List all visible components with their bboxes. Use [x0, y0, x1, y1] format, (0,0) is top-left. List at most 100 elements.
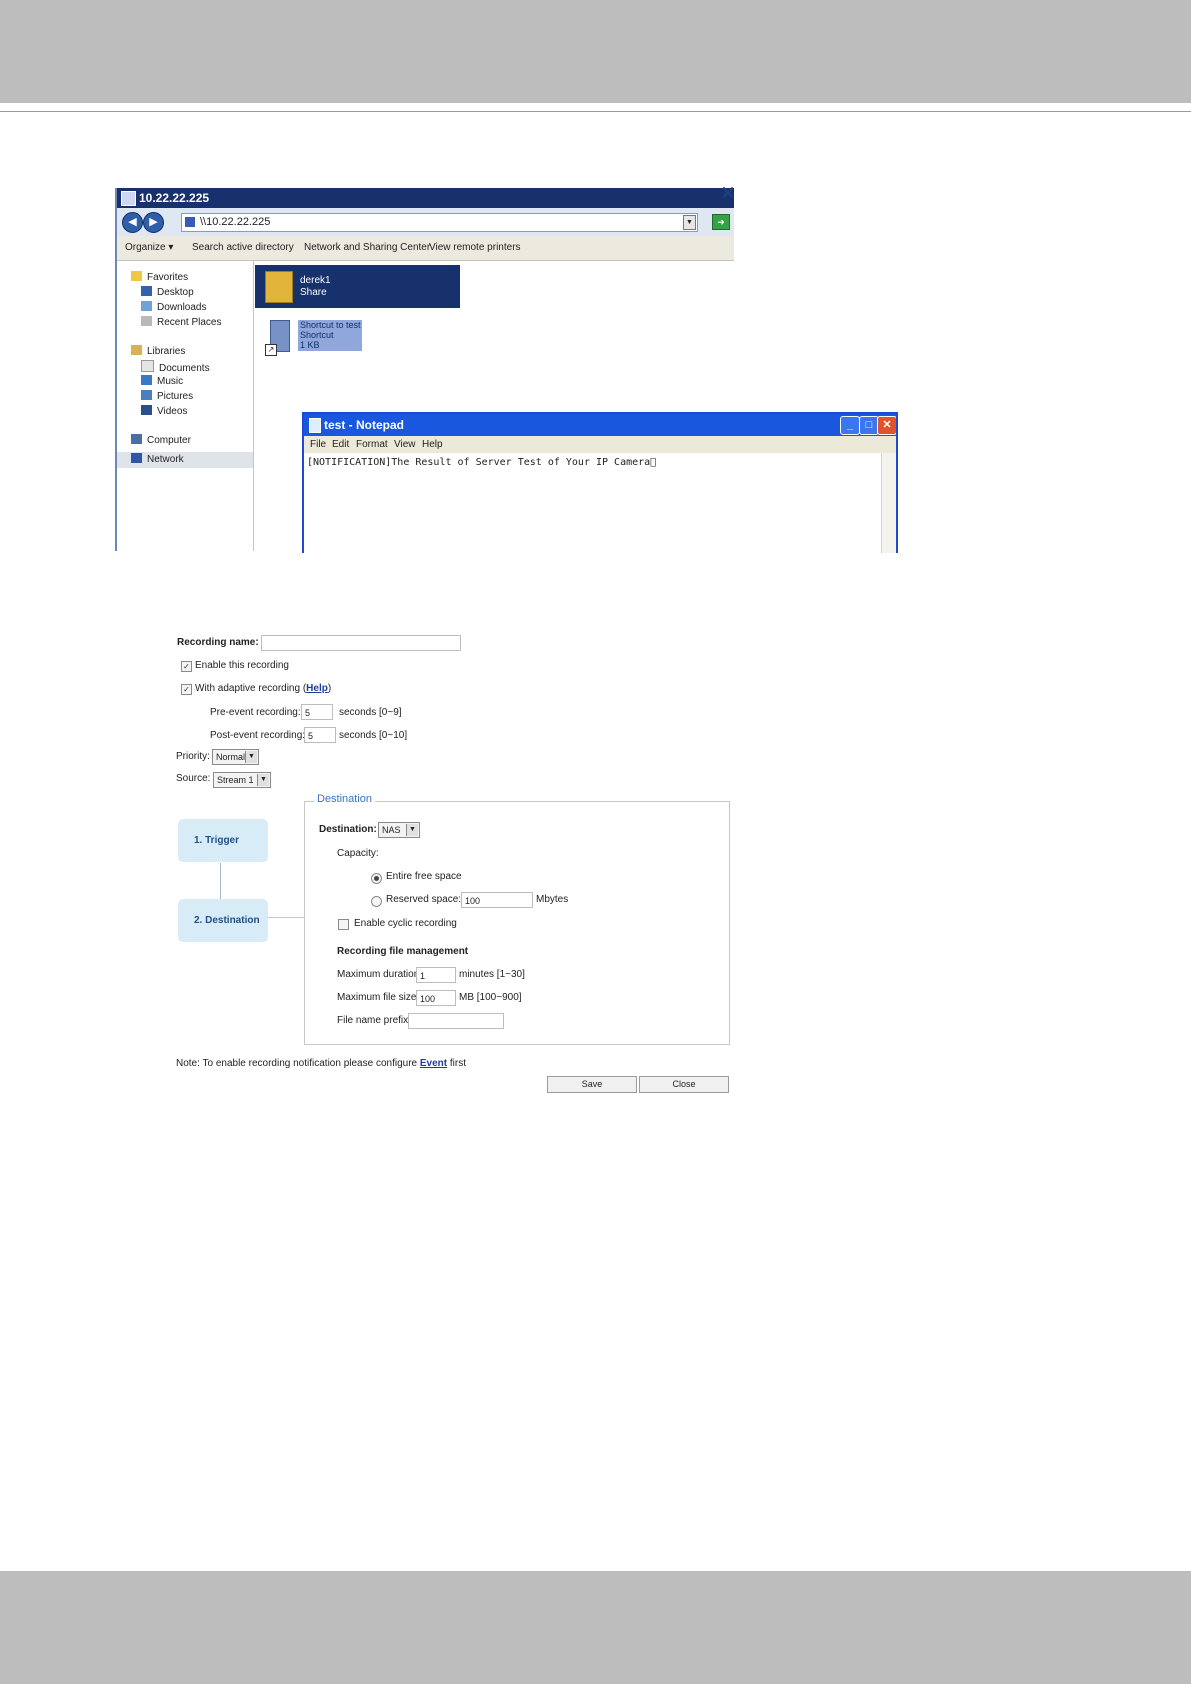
- forward-icon[interactable]: ▶: [143, 212, 164, 233]
- reserved-space-label: Reserved space:: [386, 894, 462, 905]
- recording-settings-form: Recording name: ✓ Enable this recording …: [176, 627, 730, 1095]
- note-prefix: Note: To enable recording notification p…: [176, 1058, 420, 1069]
- event-link[interactable]: Event: [420, 1058, 447, 1069]
- entire-space-radio[interactable]: [371, 873, 382, 884]
- step-destination[interactable]: 2. Destination: [178, 899, 268, 942]
- shortcut-name: Shortcut to test: [300, 320, 361, 330]
- computer-icon: [131, 434, 142, 444]
- network-flag-icon: [185, 217, 195, 227]
- nav-computer[interactable]: Computer: [131, 434, 191, 448]
- toolbar-organize[interactable]: Organize ▾: [125, 236, 173, 260]
- menu-help[interactable]: Help: [422, 436, 443, 453]
- max-duration-label: Maximum duration:: [337, 969, 423, 980]
- nav-label: Libraries: [147, 346, 186, 357]
- folder-icon: [265, 271, 293, 303]
- nav-desktop[interactable]: Desktop: [141, 286, 194, 300]
- recording-name-input[interactable]: [261, 635, 461, 651]
- cyclic-recording-checkbox[interactable]: [338, 919, 349, 930]
- post-event-input[interactable]: 5: [304, 727, 336, 743]
- music-icon: [141, 375, 152, 385]
- address-input[interactable]: \\10.22.22.225 ▼: [181, 213, 698, 232]
- nav-recent[interactable]: Recent Places: [141, 316, 221, 330]
- source-label: Source:: [176, 773, 211, 784]
- nav-favorites[interactable]: Favorites: [131, 271, 188, 285]
- pre-event-input[interactable]: 5: [301, 704, 333, 720]
- nav-label: Desktop: [157, 287, 194, 298]
- nav-label: Pictures: [157, 391, 194, 402]
- toolbar-remote-printers[interactable]: View remote printers: [429, 236, 521, 260]
- chevron-down-icon[interactable]: ▼: [683, 215, 696, 230]
- nav-label: Recent Places: [157, 317, 222, 328]
- notepad-title-bar[interactable]: test - Notepad _ □ ✕: [304, 414, 896, 436]
- notepad-menu-bar: File Edit Format View Help: [304, 436, 896, 453]
- star-icon: [131, 271, 142, 281]
- pictures-icon: [141, 390, 152, 400]
- priority-select[interactable]: Normal ▼: [212, 749, 259, 765]
- explorer-toolbar: Organize ▾ Search active directory Netwo…: [117, 236, 734, 261]
- destination-select[interactable]: NAS ▼: [378, 822, 420, 838]
- max-file-size-input[interactable]: 100: [416, 990, 456, 1006]
- share-name: derek1: [300, 275, 331, 286]
- reserved-space-input[interactable]: 100: [461, 892, 533, 908]
- nav-network[interactable]: Network: [131, 453, 184, 467]
- desktop-icon: [141, 286, 152, 296]
- nav-label: Music: [157, 376, 184, 387]
- shortcut-item[interactable]: Shortcut to test Shortcut 1 KB: [298, 320, 362, 351]
- notepad-scrollbar[interactable]: [881, 453, 896, 553]
- dropdown-arrow-icon: ▼: [245, 751, 257, 763]
- go-icon[interactable]: ➜: [712, 214, 730, 230]
- nav-documents[interactable]: Documents: [141, 360, 210, 374]
- note-suffix: first: [447, 1058, 466, 1069]
- videos-icon: [141, 405, 152, 415]
- menu-format[interactable]: Format: [356, 436, 388, 453]
- share-item[interactable]: derek1 Share: [255, 265, 460, 308]
- source-select[interactable]: Stream 1 ▼: [213, 772, 271, 788]
- pre-event-label: Pre-event recording:: [210, 707, 301, 718]
- checkbox-checked-icon[interactable]: ✓: [181, 684, 192, 695]
- enable-recording-label: Enable this recording: [195, 660, 289, 671]
- notepad-text-area[interactable]: [NOTIFICATION]The Result of Server Test …: [307, 457, 656, 468]
- priority-value: Normal: [216, 752, 246, 762]
- minimize-icon[interactable]: _: [840, 416, 860, 435]
- destination-legend: Destination: [314, 793, 376, 805]
- file-prefix-label: File name prefix:: [337, 1015, 411, 1026]
- address-bar-area: ◀ ▶ \\10.22.22.225 ▼ ➜: [117, 208, 734, 236]
- entire-space-label: Entire free space: [386, 871, 462, 882]
- file-management-heading: Recording file management: [337, 946, 469, 957]
- nav-label: Favorites: [147, 272, 189, 283]
- back-icon[interactable]: ◀: [122, 212, 143, 233]
- max-duration-input[interactable]: 1: [416, 967, 456, 983]
- explorer-close-icon[interactable]: ✕: [719, 183, 737, 203]
- share-type: Share: [300, 287, 327, 298]
- menu-view[interactable]: View: [394, 436, 416, 453]
- close-icon[interactable]: ✕: [877, 416, 896, 435]
- help-link[interactable]: Help: [306, 683, 328, 694]
- file-prefix-input[interactable]: [408, 1013, 504, 1029]
- nav-music[interactable]: Music: [141, 375, 183, 389]
- toolbar-network-center[interactable]: Network and Sharing Center: [304, 236, 430, 260]
- reserved-space-unit: Mbytes: [536, 894, 569, 905]
- menu-file[interactable]: File: [310, 436, 326, 453]
- toolbar-search-ad[interactable]: Search active directory: [192, 236, 294, 260]
- nav-label: Documents: [159, 363, 210, 374]
- shortcut-arrow-icon: ↗: [265, 344, 277, 356]
- checkbox-checked-icon[interactable]: ✓: [181, 661, 192, 672]
- nav-downloads[interactable]: Downloads: [141, 301, 206, 315]
- reserved-space-radio[interactable]: [371, 896, 382, 907]
- header-divider: [0, 111, 1191, 112]
- notepad-window: test - Notepad _ □ ✕ File Edit Format Vi…: [302, 412, 898, 553]
- notepad-title: test - Notepad: [324, 418, 405, 432]
- nav-libraries[interactable]: Libraries: [131, 345, 185, 359]
- note-text: Note: To enable recording notification p…: [176, 1056, 466, 1072]
- max-file-size-label: Maximum file size:: [337, 992, 420, 1003]
- maximize-icon[interactable]: □: [859, 416, 879, 435]
- source-value: Stream 1: [217, 775, 254, 785]
- step-trigger[interactable]: 1. Trigger: [178, 819, 268, 862]
- menu-edit[interactable]: Edit: [332, 436, 349, 453]
- nav-pictures[interactable]: Pictures: [141, 390, 193, 404]
- save-button[interactable]: Save: [547, 1076, 637, 1093]
- close-button[interactable]: Close: [639, 1076, 729, 1093]
- network-icon: [131, 453, 142, 463]
- nav-videos[interactable]: Videos: [141, 405, 187, 419]
- explorer-title-bar[interactable]: 10.22.22.225: [117, 188, 734, 208]
